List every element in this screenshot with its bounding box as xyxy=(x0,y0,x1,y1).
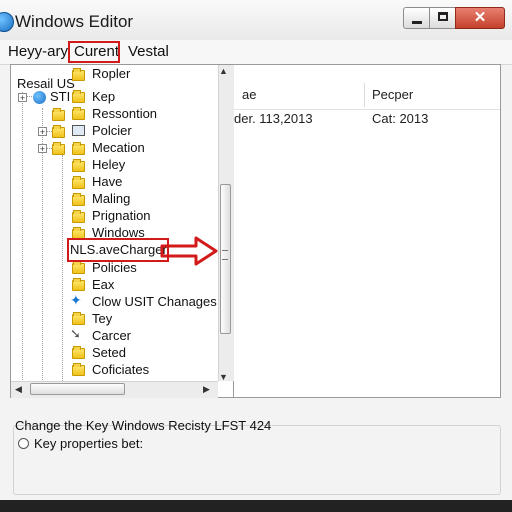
folder-icon xyxy=(72,346,85,359)
tree-node[interactable]: Kep xyxy=(92,89,115,104)
tree-node[interactable]: Polcier xyxy=(92,123,132,138)
horizontal-scroll-thumb[interactable] xyxy=(30,383,125,395)
expand-toggle[interactable]: + xyxy=(38,127,47,137)
minimize-icon xyxy=(412,21,422,24)
menu-item-vestal[interactable]: Vestal xyxy=(128,43,169,60)
grip-icon xyxy=(222,250,228,260)
tree-node[interactable]: Tey xyxy=(92,311,112,326)
list-item-name[interactable]: der. 113,2013 xyxy=(234,111,313,126)
maximize-button[interactable] xyxy=(429,7,456,29)
tree-node[interactable]: Ressontion xyxy=(92,106,157,121)
folder-icon xyxy=(72,278,85,291)
folder-icon xyxy=(52,125,65,138)
chevron-right-icon[interactable]: ▶ xyxy=(203,384,210,395)
folder-icon xyxy=(72,261,85,274)
folder-icon xyxy=(72,210,85,223)
folder-icon xyxy=(52,142,65,155)
folder-icon xyxy=(72,176,85,189)
key-properties-radio[interactable] xyxy=(18,438,29,449)
expand-toggle[interactable]: + xyxy=(18,93,27,103)
folder-icon xyxy=(72,159,85,172)
tree-node[interactable]: Mecation xyxy=(92,140,145,155)
chevron-up-icon[interactable]: ▲ xyxy=(219,66,228,76)
tree-node[interactable]: Seted xyxy=(92,345,126,360)
list-item-data[interactable]: Cat: 2013 xyxy=(372,111,428,126)
tree-node[interactable]: Maling xyxy=(92,191,130,206)
menu-highlight-box xyxy=(68,41,120,63)
globe-icon xyxy=(33,91,46,104)
folder-icon xyxy=(72,90,85,103)
globe-icon xyxy=(0,12,14,32)
tree-node[interactable]: Have xyxy=(92,174,122,189)
arrow-icon: ➘ xyxy=(70,326,81,341)
folder-icon xyxy=(52,108,65,121)
tree-node[interactable]: Policies xyxy=(92,260,137,275)
folder-icon xyxy=(72,68,85,81)
arrow-right-icon xyxy=(160,236,218,266)
tree-node[interactable]: Clow USIT Chanages xyxy=(92,294,217,309)
tree-node-sti[interactable]: STI xyxy=(50,89,70,104)
folder-icon xyxy=(72,193,85,206)
tree-node[interactable]: Eax xyxy=(92,277,114,292)
column-header-data[interactable]: Pecper xyxy=(372,87,413,102)
tree-node[interactable]: Ropler xyxy=(92,66,130,81)
chevron-left-icon[interactable]: ◀ xyxy=(15,384,22,395)
tree-node[interactable]: Prignation xyxy=(92,208,151,223)
chevron-down-icon[interactable]: ▼ xyxy=(219,372,228,382)
window-title: Windows Editor xyxy=(15,12,134,31)
maximize-icon xyxy=(438,12,448,21)
radio-label: Key properties bet: xyxy=(34,436,144,451)
details-panel: Change the Key Windows Recisty LFST 424 … xyxy=(10,405,501,501)
expand-toggle[interactable]: + xyxy=(38,144,47,154)
folder-icon xyxy=(72,142,85,155)
column-divider[interactable] xyxy=(364,83,365,107)
computer-icon xyxy=(72,125,85,136)
close-button[interactable]: ✕ xyxy=(455,7,505,29)
star-icon: ✦ xyxy=(70,292,82,308)
values-pane[interactable]: ae Pecper der. 113,2013 Cat: 2013 xyxy=(234,64,501,398)
tree-node[interactable]: Heley xyxy=(92,157,125,172)
registry-editor-window: Windows Editor ✕ Heyy-ary Curent Vestal … xyxy=(0,0,512,512)
column-header-name[interactable]: ae xyxy=(242,87,256,102)
folder-icon xyxy=(72,363,85,376)
folder-icon xyxy=(72,107,85,120)
tree-guide xyxy=(22,92,23,390)
close-icon: ✕ xyxy=(473,9,487,26)
folder-icon xyxy=(72,312,85,325)
minimize-button[interactable] xyxy=(403,7,430,29)
highlight-box xyxy=(67,238,169,262)
window-bottom-edge xyxy=(0,500,512,512)
menu-item-heyy-ary[interactable]: Heyy-ary xyxy=(8,43,68,60)
title-bar: Windows Editor ✕ xyxy=(0,0,512,41)
tree-node[interactable]: Carcer xyxy=(92,328,131,343)
tree-guide xyxy=(62,155,63,385)
tree-node[interactable]: Coficiates xyxy=(92,362,149,377)
status-description: Change the Key Windows Recisty LFST 424 xyxy=(15,418,272,433)
column-header-row: ae Pecper xyxy=(234,79,500,110)
